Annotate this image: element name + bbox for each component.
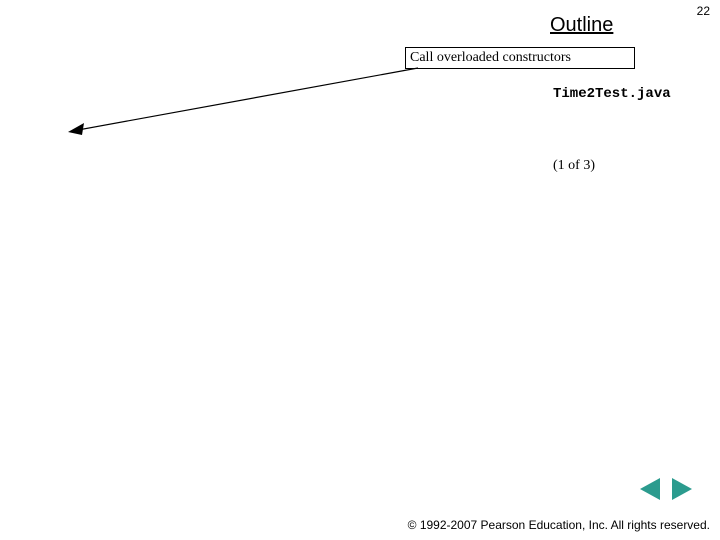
page-number: 22 [697,4,710,18]
file-name-label: Time2Test.java [553,86,671,102]
callout-text: Call overloaded constructors [410,50,571,66]
outline-heading: Outline [550,14,613,37]
callout-box: Call overloaded constructors [405,47,635,69]
page-range-label: (1 of 3) [553,158,595,174]
next-button-icon[interactable] [672,478,692,500]
prev-button-icon[interactable] [640,478,660,500]
copyright-text: © 1992-2007 Pearson Education, Inc. All … [408,518,710,532]
pointer-arrow [68,68,428,148]
nav-button-group [640,478,692,500]
